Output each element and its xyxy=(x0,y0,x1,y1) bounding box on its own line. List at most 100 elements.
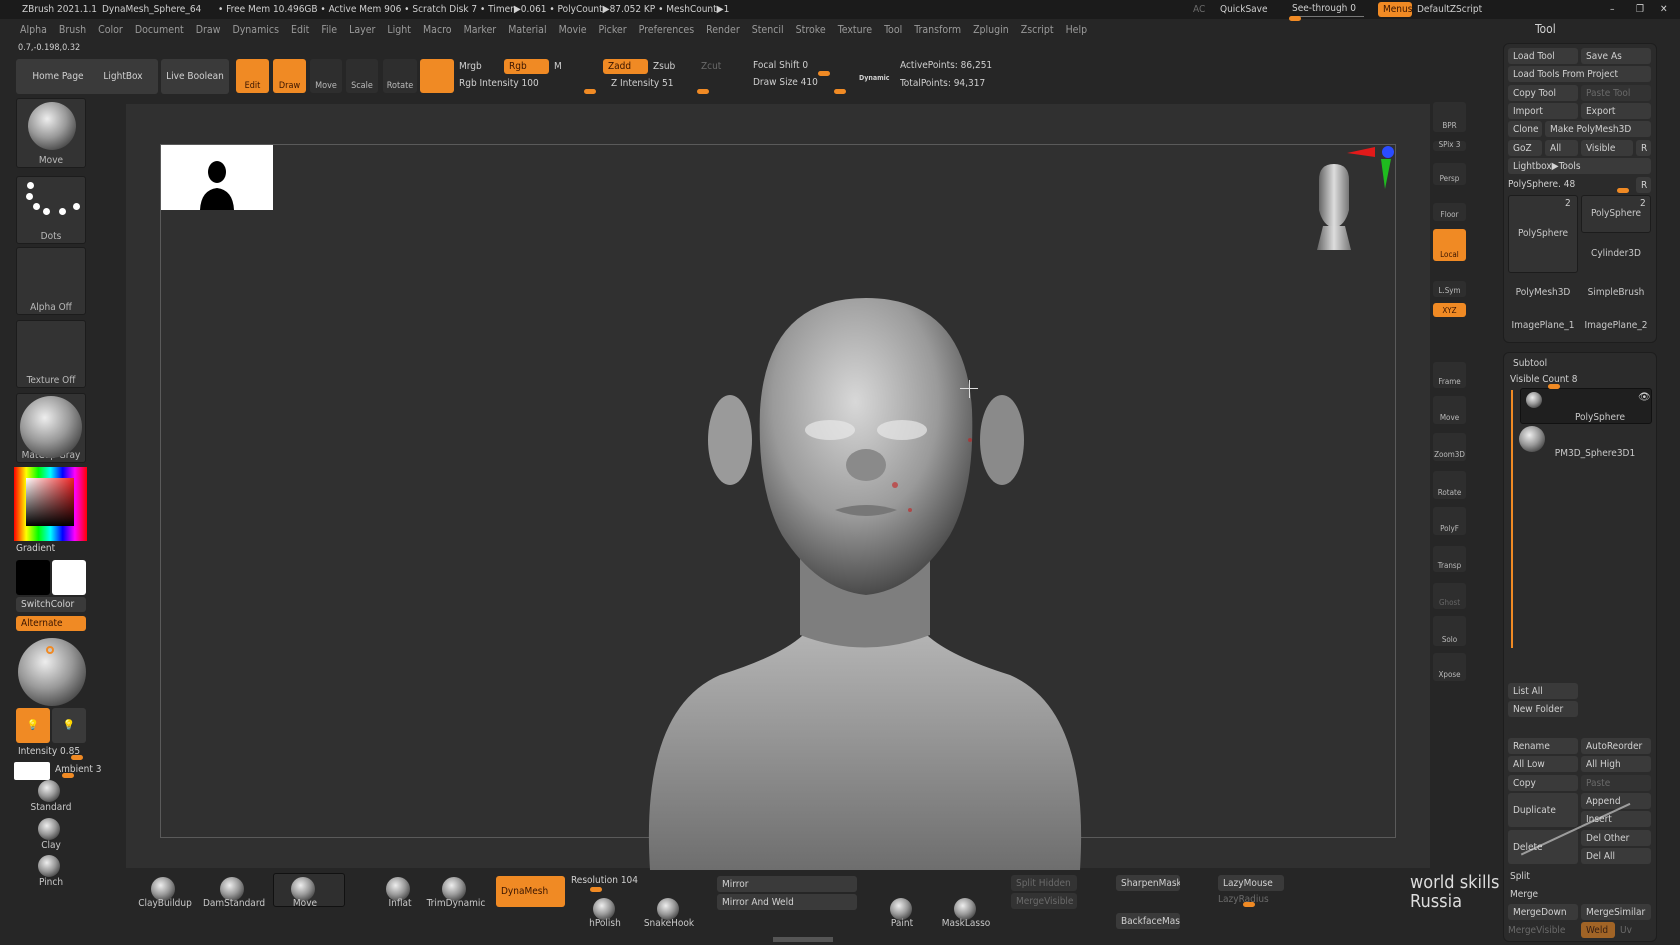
light-on-button[interactable]: 💡 xyxy=(16,708,50,743)
merge-visible-button[interactable]: MergeVisible xyxy=(1508,922,1578,938)
menu-stencil[interactable]: Stencil xyxy=(746,24,790,36)
lazymouse-button[interactable]: LazyMouse xyxy=(1218,875,1284,891)
shelf-masklasso-button[interactable]: MaskLasso xyxy=(938,917,994,929)
axis-gizmo[interactable] xyxy=(1345,145,1395,195)
new-folder-button[interactable]: New Folder xyxy=(1508,701,1578,717)
menu-zscript[interactable]: Zscript xyxy=(1015,24,1060,36)
secondary-color-swatch[interactable] xyxy=(52,560,86,595)
shelf-paint-button[interactable]: Paint xyxy=(874,917,930,929)
viewport-lsym-button[interactable]: L.Sym xyxy=(1433,281,1466,297)
alternate-button[interactable]: Alternate xyxy=(16,616,86,631)
brush-pinch[interactable]: Pinch xyxy=(20,876,82,888)
scale-button[interactable]: Scale xyxy=(346,59,378,93)
menu-layer[interactable]: Layer xyxy=(343,24,381,36)
minimize-button[interactable]: – xyxy=(1610,0,1624,19)
viewport-rotate-button[interactable]: Rotate xyxy=(1433,471,1466,499)
live-boolean-button[interactable]: Live Boolean xyxy=(161,59,229,94)
rename-button[interactable]: Rename xyxy=(1508,738,1578,754)
r-button-2[interactable]: R xyxy=(1636,177,1651,193)
menu-picker[interactable]: Picker xyxy=(593,24,633,36)
viewport-spix3-button[interactable]: SPix 3 xyxy=(1433,141,1466,151)
visible-count-slider[interactable]: Visible Count 8 xyxy=(1510,372,1650,387)
menu-brush[interactable]: Brush xyxy=(53,24,92,36)
slider-knob[interactable] xyxy=(1548,384,1560,389)
viewport-xpose-button[interactable]: Xpose xyxy=(1433,653,1466,681)
load-tool-button[interactable]: Load Tool xyxy=(1508,48,1578,64)
move-button[interactable]: Move xyxy=(310,59,342,93)
viewport-xyz-button[interactable]: XYZ xyxy=(1433,303,1466,317)
tool-thumb-simplebrush[interactable]: SimpleBrush xyxy=(1581,275,1651,311)
menus-toggle[interactable]: Menus xyxy=(1378,2,1412,17)
slider-knob[interactable] xyxy=(62,773,74,778)
slider-knob[interactable] xyxy=(1617,188,1629,193)
rotate-button[interactable]: Rotate xyxy=(383,59,417,93)
uv-button[interactable]: Uv xyxy=(1620,922,1640,938)
tool-thumb-imageplane_1[interactable]: ImagePlane_1 xyxy=(1508,311,1578,341)
viewport-solo-button[interactable]: Solo xyxy=(1433,616,1466,646)
shelf-damstandard-button[interactable]: DamStandard xyxy=(198,897,270,909)
brush-standard[interactable]: Standard xyxy=(20,801,82,813)
close-button[interactable]: ✕ xyxy=(1660,0,1674,19)
autoreorder-button[interactable]: AutoReorder xyxy=(1581,738,1651,754)
light-color-swatch[interactable] xyxy=(14,762,50,780)
slider-knob[interactable] xyxy=(590,887,602,892)
tool-thumb-cylinder3d[interactable]: Cylinder3D xyxy=(1581,235,1651,273)
mirror-button[interactable]: Mirror xyxy=(717,876,857,892)
menu-macro[interactable]: Macro xyxy=(417,24,458,36)
goz-button[interactable]: GoZ xyxy=(1508,140,1542,156)
zcut-button[interactable]: Zcut xyxy=(701,59,731,74)
split-hidden-button[interactable]: Split Hidden xyxy=(1011,875,1077,891)
restore-button[interactable]: ❐ xyxy=(1636,0,1650,19)
texture-thumbnail[interactable]: Texture Off xyxy=(16,320,86,388)
visible-button[interactable]: Visible xyxy=(1581,140,1633,156)
menu-movie[interactable]: Movie xyxy=(553,24,593,36)
menu-texture[interactable]: Texture xyxy=(832,24,878,36)
slider-knob[interactable] xyxy=(818,71,830,76)
slider-knob[interactable] xyxy=(584,89,596,94)
menu-document[interactable]: Document xyxy=(129,24,190,36)
shelf-scroll-arrows[interactable] xyxy=(773,937,833,942)
color-picker-square[interactable] xyxy=(26,478,74,526)
all-button[interactable]: All xyxy=(1545,140,1578,156)
all-low-button[interactable]: All Low xyxy=(1508,756,1578,772)
eye-icon[interactable]: 👁 xyxy=(1638,392,1652,402)
z-intensity-slider[interactable]: Z Intensity 51 xyxy=(611,76,741,91)
rgb-button[interactable]: Rgb xyxy=(504,59,549,74)
menu-file[interactable]: File xyxy=(315,24,343,36)
viewport-zoom3d-button[interactable]: Zoom3D xyxy=(1433,433,1466,461)
make-polymesh3d-button[interactable]: Make PolyMesh3D xyxy=(1545,121,1651,137)
copy-button[interactable]: Copy xyxy=(1508,775,1578,791)
weld-toggle[interactable]: Weld xyxy=(1581,922,1615,938)
polysphere-slider[interactable]: PolySphere. 48 xyxy=(1508,176,1633,192)
menu-tool[interactable]: Tool xyxy=(878,24,908,36)
shelf-move-button[interactable]: Move xyxy=(269,897,341,909)
merge-visible-shelf-button[interactable]: MergeVisible xyxy=(1011,893,1077,909)
lightbox-button[interactable]: LightBox xyxy=(88,59,158,94)
r-button[interactable]: R xyxy=(1636,140,1651,156)
append-button[interactable]: Append xyxy=(1581,793,1651,809)
shelf-claybuildup-button[interactable]: ClayBuildup xyxy=(129,897,201,909)
viewport-move-button[interactable]: Move xyxy=(1433,396,1466,424)
edit-button[interactable]: Edit xyxy=(236,59,269,93)
viewport-persp-button[interactable]: Persp xyxy=(1433,163,1466,185)
rgb-intensity-slider[interactable]: Rgb Intensity 100 xyxy=(459,76,599,91)
menu-material[interactable]: Material xyxy=(502,24,552,36)
subtool-item-polysphere[interactable]: PolySphere xyxy=(1550,410,1650,424)
duplicate-button[interactable]: Duplicate xyxy=(1508,793,1578,827)
viewport-floor-button[interactable]: Floor xyxy=(1433,203,1466,221)
menu-marker[interactable]: Marker xyxy=(458,24,503,36)
backface-mask-button[interactable]: BackfaceMask xyxy=(1116,913,1180,929)
menu-help[interactable]: Help xyxy=(1060,24,1094,36)
slider-knob[interactable] xyxy=(1243,902,1255,907)
shelf-trimdynamic-button[interactable]: TrimDynamic xyxy=(420,897,492,909)
dynamic-toggle[interactable]: Dynamic xyxy=(859,72,895,84)
quicksave-button[interactable]: QuickSave xyxy=(1220,0,1276,19)
menu-transform[interactable]: Transform xyxy=(908,24,967,36)
viewport-transp-button[interactable]: Transp xyxy=(1433,546,1466,572)
viewport-ghost-button[interactable]: Ghost xyxy=(1433,583,1466,609)
shelf-snakehook-button[interactable]: SnakeHook xyxy=(641,917,697,929)
shelf-hpolish-button[interactable]: hPolish xyxy=(577,917,633,929)
slider-knob[interactable] xyxy=(71,755,83,760)
tool-thumb-imageplane_2[interactable]: ImagePlane_2 xyxy=(1581,311,1651,341)
slider-knob[interactable] xyxy=(834,89,846,94)
